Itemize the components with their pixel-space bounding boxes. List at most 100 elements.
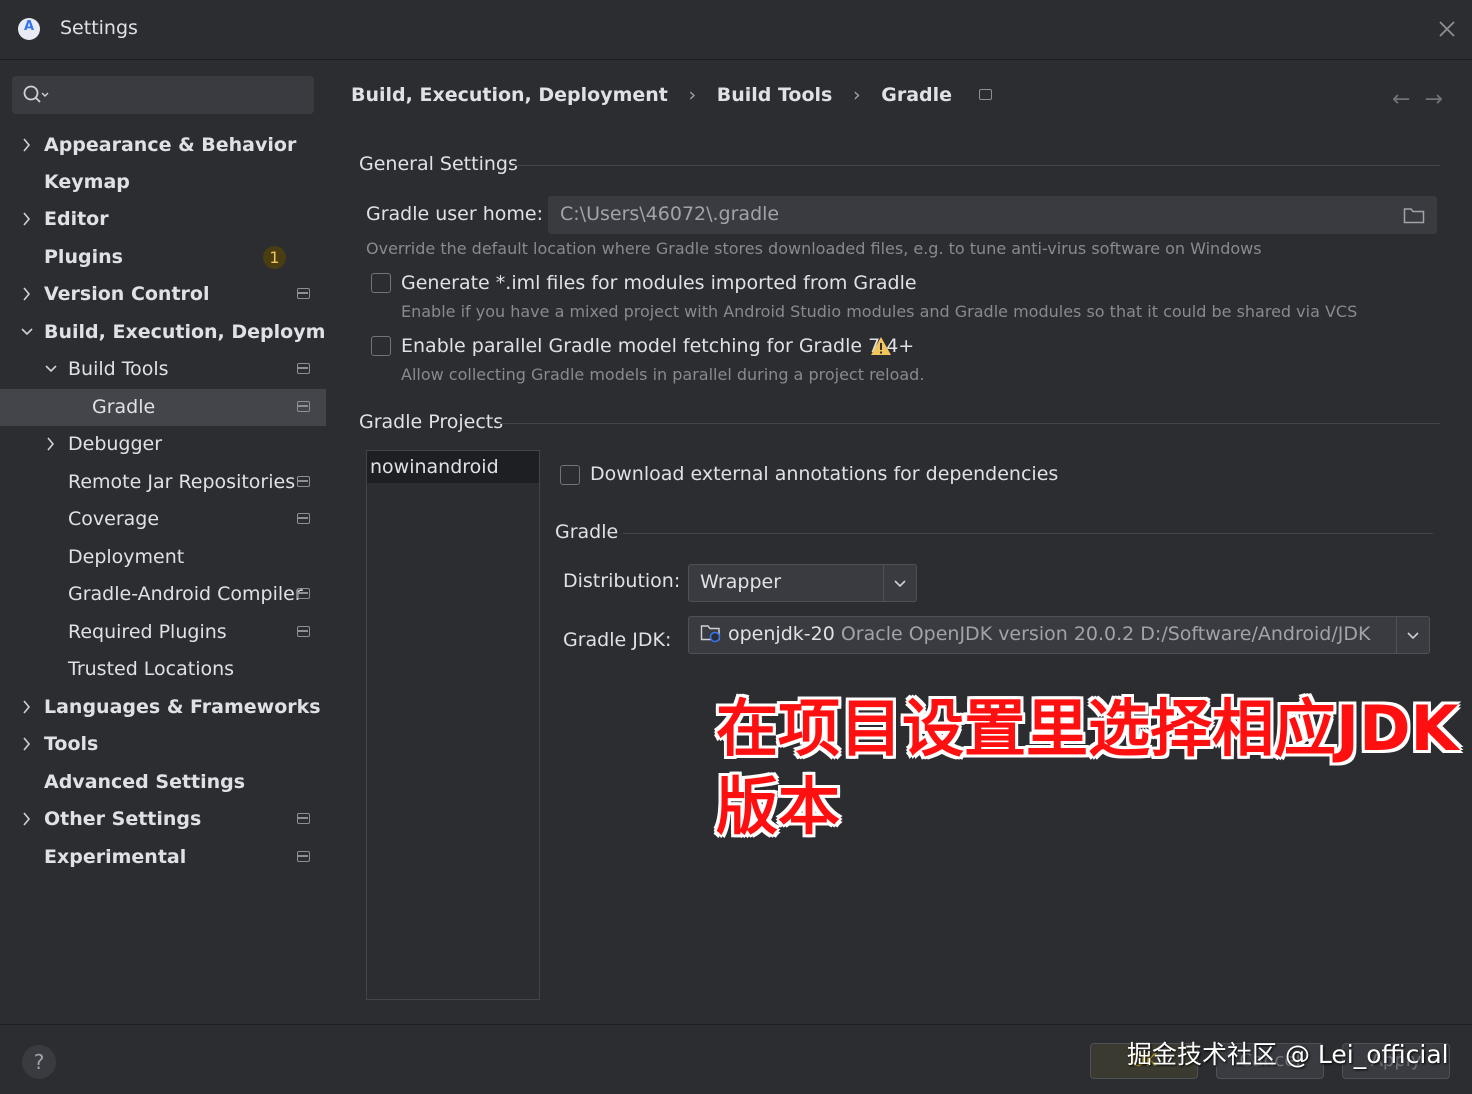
search-input[interactable] [12,76,314,114]
jdk-folder-icon [700,625,721,643]
sidebar-item-label: Editor [44,208,109,230]
general-settings-title: General Settings [359,153,518,175]
sidebar-item-debugger[interactable]: Debugger [0,426,326,463]
chevron-right-icon[interactable] [20,137,34,153]
gradle-user-home-field[interactable]: C:\Users\46072\.gradle [548,196,1437,234]
dropdown-divider [1396,617,1397,653]
sidebar-item-other-settings[interactable]: Other Settings [0,801,326,838]
sidebar-item-trusted-locations[interactable]: Trusted Locations [0,651,326,688]
project-scope-icon [297,288,310,299]
close-icon[interactable] [1434,16,1460,42]
sidebar-item-label: Build Tools [68,358,169,380]
parallel-fetch-checkbox[interactable] [371,336,391,356]
chevron-right-icon[interactable] [20,286,34,302]
sidebar-item-label: Gradle-Android Compiler [68,583,303,605]
sidebar-item-coverage[interactable]: Coverage [0,501,326,538]
gradle-user-home-value: C:\Users\46072\.gradle [560,203,780,225]
list-item[interactable]: nowinandroid [367,451,539,483]
sidebar-item-label: Build, Execution, Deployment [44,321,361,343]
sidebar-item-label: Appearance & Behavior [44,134,297,156]
project-scope-icon [297,401,310,412]
parallel-fetch-hint: Allow collecting Gradle models in parall… [401,365,925,384]
parallel-fetch-label[interactable]: Enable parallel Gradle model fetching fo… [401,335,914,357]
section-divider [510,165,1440,166]
generate-iml-label[interactable]: Generate *.iml files for modules importe… [401,272,917,294]
sidebar-item-deployment[interactable]: Deployment [0,539,326,576]
sidebar-item-label: Plugins [44,246,123,268]
chevron-right-icon[interactable] [20,211,34,227]
sidebar-item-plugins[interactable]: Plugins 1 [0,239,326,276]
gradle-jdk-dropdown[interactable]: openjdk-20 Oracle OpenJDK version 20.0.2… [688,616,1430,654]
sidebar-item-tools[interactable]: Tools [0,726,326,763]
chevron-down-icon [894,580,906,588]
help-button[interactable]: ? [22,1045,56,1079]
project-scope-icon [297,363,310,374]
breadcrumb: Build, Execution, Deployment › Build Too… [351,83,992,106]
title-bar: Settings [0,0,1472,60]
update-count-badge: 1 [263,246,286,269]
sidebar-item-editor[interactable]: Editor [0,201,326,238]
sidebar-item-version-control[interactable]: Version Control [0,276,326,313]
project-scope-icon [297,626,310,637]
annotation-line-2: 版本 [716,770,841,843]
sidebar-item-label: Deployment [68,546,185,568]
breadcrumb-item-build[interactable]: Build, Execution, Deployment [351,84,668,106]
chevron-down-icon[interactable] [20,324,34,340]
warning-icon [871,337,891,355]
gradle-jdk-label: Gradle JDK: [563,629,672,651]
chevron-down-icon[interactable] [44,361,58,377]
sidebar-item-label: Other Settings [44,808,202,830]
gradle-projects-list: nowinandroid [366,450,540,1000]
sidebar-item-label: Version Control [44,283,210,305]
project-scope-icon [297,813,310,824]
back-arrow-icon[interactable]: ← [1392,87,1410,112]
breadcrumb-separator: › [688,83,697,106]
chevron-right-icon[interactable] [44,436,58,452]
sidebar-item-label: Advanced Settings [44,771,246,793]
sidebar-item-label: Required Plugins [68,621,227,643]
sidebar-item-label: Trusted Locations [68,658,235,680]
chevron-right-icon[interactable] [20,736,34,752]
breadcrumb-item-gradle: Gradle [881,83,953,106]
folder-icon[interactable] [1403,206,1425,224]
forward-arrow-icon[interactable]: → [1424,87,1442,112]
section-divider [498,423,1440,424]
sidebar-item-label: Gradle [92,396,156,418]
sidebar-item-keymap[interactable]: Keymap [0,164,326,201]
search-icon [23,85,49,103]
project-scope-icon [297,513,310,524]
sidebar-item-required-plugins[interactable]: Required Plugins [0,614,326,651]
chevron-right-icon[interactable] [20,699,34,715]
sidebar-item-label: Keymap [44,171,130,193]
app-logo-icon [18,18,40,40]
sidebar-item-build-tools[interactable]: Build Tools [0,351,326,388]
download-annotations-label[interactable]: Download external annotations for depend… [590,463,1058,485]
sidebar-item-gradle-android-compiler[interactable]: Gradle-Android Compiler [0,576,326,613]
generate-iml-checkbox[interactable] [371,273,391,293]
watermark: 掘金技术社区 @ Lei_official [1127,1040,1449,1069]
distribution-dropdown[interactable]: Wrapper [688,564,917,602]
sidebar-item-label: Remote Jar Repositories [68,471,296,493]
main-panel: Build, Execution, Deployment › Build Too… [326,61,1472,1024]
download-annotations-checkbox[interactable] [560,465,580,485]
sidebar-item-label: Languages & Frameworks [44,696,321,718]
gradle-subsection-title: Gradle [555,521,619,543]
annotation-line-1: 在项目设置里选择相应JDK [716,692,1459,765]
sidebar-item-label: Debugger [68,433,163,455]
project-name: nowinandroid [370,456,499,478]
sidebar-item-appearance[interactable]: Appearance & Behavior [0,127,326,164]
sidebar-item-advanced-settings[interactable]: Advanced Settings [0,764,326,801]
gradle-user-home-label: Gradle user home: [366,203,543,225]
settings-sidebar: Appearance & Behavior Keymap Editor Plugins… [0,61,361,1024]
sidebar-item-languages-frameworks[interactable]: Languages & Frameworks [0,689,326,726]
chevron-right-icon[interactable] [20,811,34,827]
project-scope-icon [297,588,310,599]
section-divider [623,533,1433,534]
breadcrumb-item-build-tools[interactable]: Build Tools [717,84,833,106]
sidebar-item-build-execution-deployment[interactable]: Build, Execution, Deployment [0,314,361,351]
sidebar-item-experimental[interactable]: Experimental [0,839,326,876]
sidebar-item-gradle[interactable]: Gradle [0,389,326,426]
sidebar-item-label: Experimental [44,846,187,868]
sidebar-item-remote-jar-repositories[interactable]: Remote Jar Repositories [0,464,326,501]
chevron-down-icon [1407,632,1419,640]
